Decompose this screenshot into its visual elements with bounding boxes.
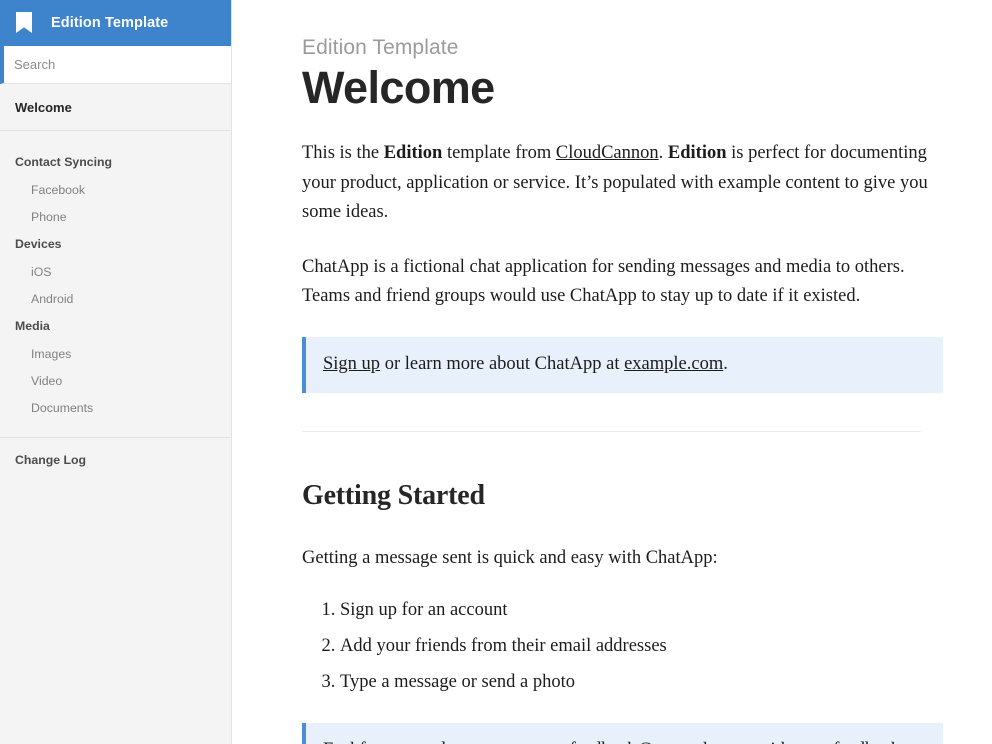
section-divider-top xyxy=(302,431,921,433)
steps-list: Sign up for an account Add your friends … xyxy=(302,596,932,698)
signup-callout: Sign up or learn more about ChatApp at e… xyxy=(302,337,943,394)
sidebar-item-label: Images xyxy=(31,346,72,361)
sidebar-section-label: Media xyxy=(15,319,50,333)
emphasis-edition: Edition xyxy=(667,143,727,164)
feedback-callout: Feel free to send us a message at feedba… xyxy=(302,723,943,744)
section-title-getting-started: Getting Started xyxy=(302,480,485,512)
example-com-link[interactable]: example.com xyxy=(624,354,723,374)
sidebar-section-media: Media xyxy=(0,312,231,340)
list-item: Type a message or send a photo xyxy=(340,668,932,697)
sidebar-section-devices: Devices xyxy=(0,230,231,258)
sidebar-item-video[interactable]: Video xyxy=(0,367,231,394)
sidebar-navigation: Contact Syncing Facebook Phone Devices i… xyxy=(0,131,231,482)
sidebar-item-label: Welcome xyxy=(15,99,72,115)
sidebar-item-change-log[interactable]: Change Log xyxy=(0,438,231,482)
cloudcannon-link[interactable]: CloudCannon xyxy=(556,143,659,163)
intro-paragraph: This is the Edition template from CloudC… xyxy=(302,139,932,227)
bookmark-icon xyxy=(14,11,34,35)
sidebar-section-contact-syncing: Contact Syncing xyxy=(0,148,231,176)
sidebar-item-facebook[interactable]: Facebook xyxy=(0,176,231,203)
emphasis-edition: Edition xyxy=(383,143,443,164)
sidebar-brand-header[interactable]: Edition Template xyxy=(0,0,231,46)
brand-title: Edition Template xyxy=(51,15,169,31)
article-body: This is the Edition template from CloudC… xyxy=(302,139,943,744)
text-fragment: . xyxy=(723,354,728,375)
sidebar-section-label: Contact Syncing xyxy=(15,155,113,169)
text-fragment: . xyxy=(658,143,668,164)
chatapp-paragraph: ChatApp is a fictional chat application … xyxy=(302,257,905,307)
sidebar-item-welcome[interactable]: Welcome xyxy=(0,84,231,131)
sidebar-item-label: Phone xyxy=(31,209,67,224)
sign-up-link[interactable]: Sign up xyxy=(323,354,380,374)
sidebar-item-label: Video xyxy=(31,373,63,388)
sidebar-section-label: Devices xyxy=(15,237,62,251)
page-title: Welcome xyxy=(302,62,495,113)
getting-started-intro: Getting a message sent is quick and easy… xyxy=(302,548,718,569)
sidebar-item-images[interactable]: Images xyxy=(0,340,231,367)
text-fragment: with your feedback. xyxy=(753,740,904,744)
sidebar: Edition Template Welcome Contact Syncing… xyxy=(0,0,232,744)
text-fragment: Feel free to send us a message at xyxy=(323,740,570,744)
sidebar-item-documents[interactable]: Documents xyxy=(0,394,231,421)
sidebar-item-label: Android xyxy=(31,291,74,306)
text-fragment: template from xyxy=(442,143,556,164)
main-content: Edition Template Welcome This is the Edi… xyxy=(232,0,992,744)
breadcrumb: Edition Template xyxy=(302,36,459,59)
sidebar-item-label: Documents xyxy=(31,400,94,415)
list-item: Add your friends from their email addres… xyxy=(340,632,932,661)
text-fragment: or learn more about ChatApp at xyxy=(380,354,625,375)
sidebar-item-android[interactable]: Android xyxy=(0,285,231,312)
text-fragment: This is the xyxy=(302,143,384,164)
feedback-email-link[interactable]: feedback@example.com xyxy=(570,740,753,744)
sidebar-item-label: Change Log xyxy=(15,453,87,467)
search-field-wrapper[interactable] xyxy=(0,46,231,84)
sidebar-item-phone[interactable]: Phone xyxy=(0,203,231,230)
sidebar-item-label: iOS xyxy=(31,264,52,279)
list-item: Sign up for an account xyxy=(340,596,932,625)
sidebar-item-ios[interactable]: iOS xyxy=(0,258,231,285)
sidebar-item-label: Facebook xyxy=(31,182,86,197)
search-input[interactable] xyxy=(4,46,231,83)
